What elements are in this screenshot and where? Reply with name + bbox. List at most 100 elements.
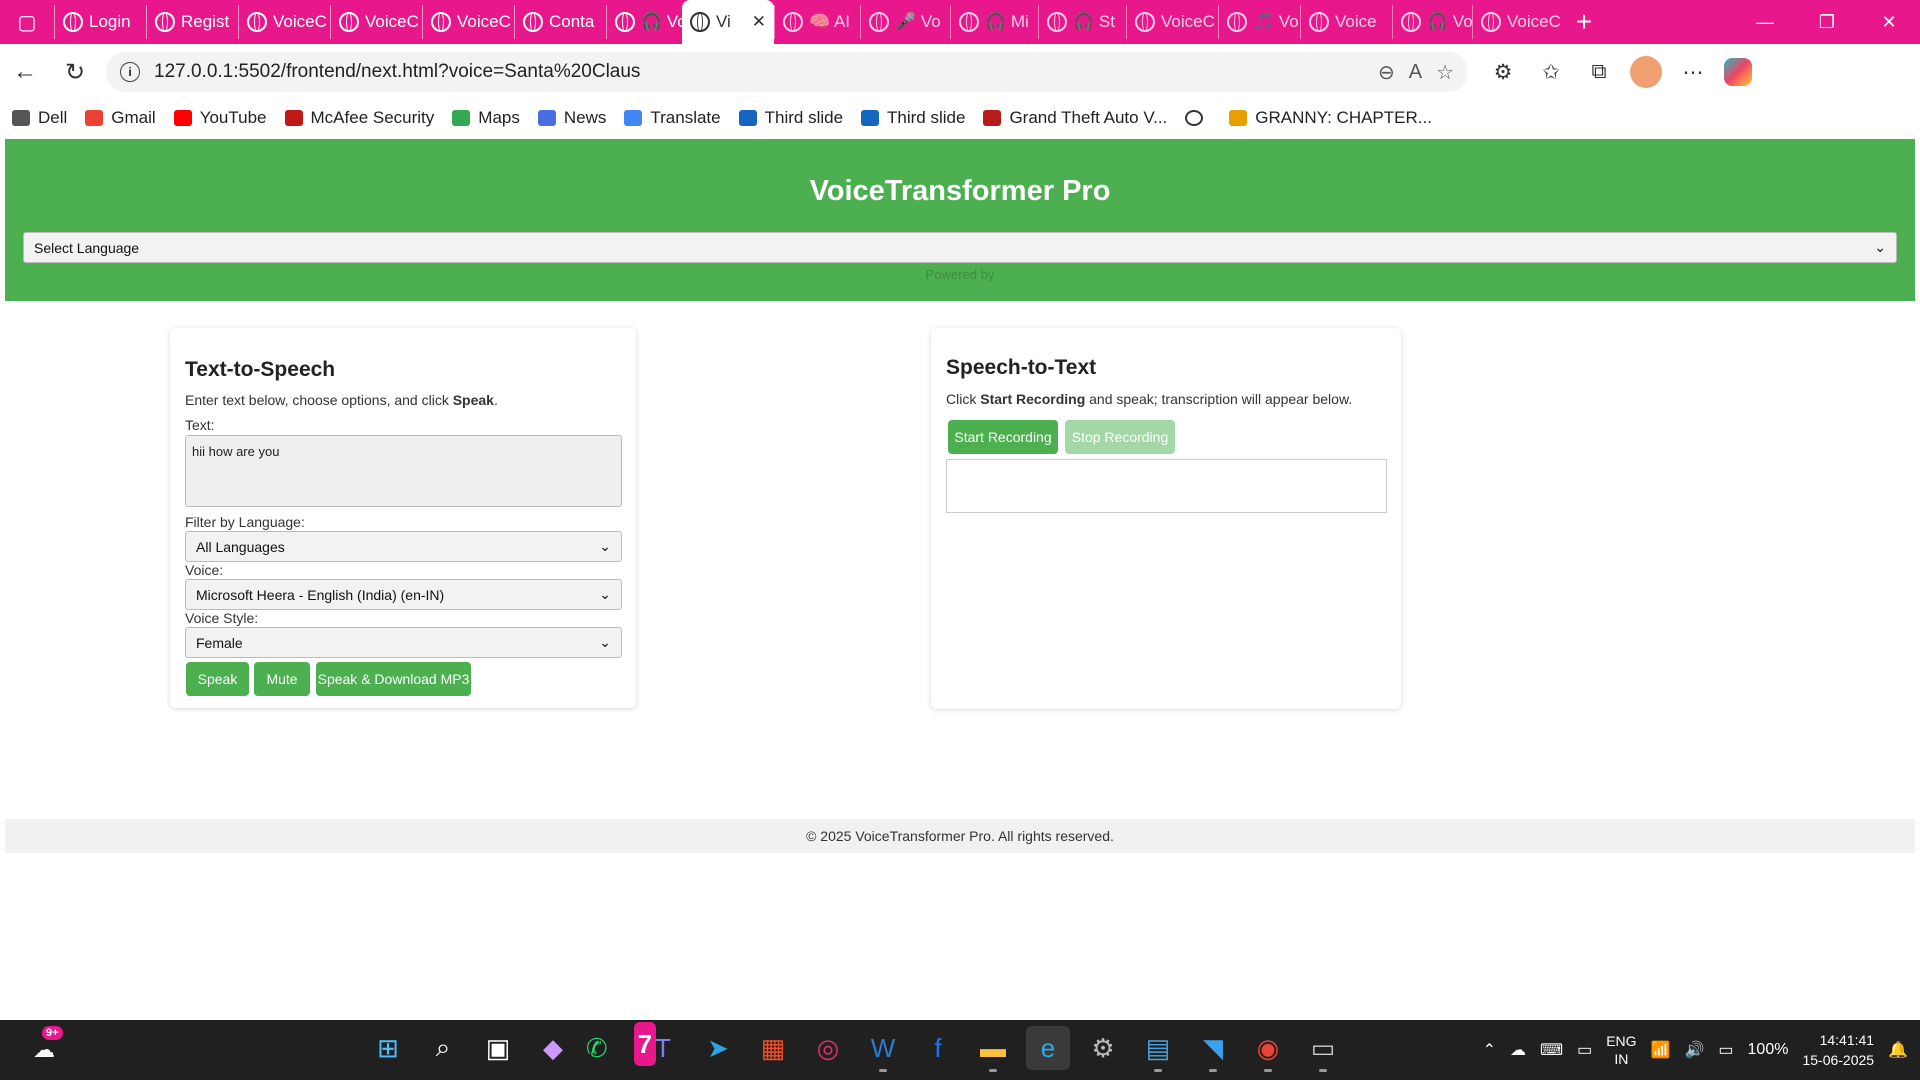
show-hidden-icons-icon[interactable]: ⌃ bbox=[1483, 1040, 1496, 1060]
tab[interactable]: VoiceC bbox=[330, 5, 422, 39]
tab[interactable]: VoiceC bbox=[238, 5, 330, 39]
extensions-icon[interactable]: ⚙ bbox=[1486, 55, 1520, 89]
mute-button[interactable]: Mute bbox=[254, 662, 310, 696]
bookmark-item[interactable]: Grand Theft Auto V... bbox=[983, 108, 1167, 128]
start-recording-button[interactable]: Start Recording bbox=[948, 420, 1058, 454]
speak-download-button[interactable]: Speak & Download MP3 bbox=[316, 662, 471, 696]
stt-card: Speech-to-Text Click Start Recording and… bbox=[931, 328, 1401, 709]
word-icon[interactable]: W bbox=[861, 1026, 905, 1072]
new-tab-button[interactable]: + bbox=[1564, 0, 1604, 44]
tab[interactable]: Login bbox=[54, 5, 146, 39]
speak-button[interactable]: Speak bbox=[186, 662, 249, 696]
voice-style-select[interactable]: Female ⌄ bbox=[185, 627, 622, 658]
teams-icon[interactable]: T bbox=[641, 1026, 685, 1070]
tab[interactable]: VoiceC bbox=[422, 5, 514, 39]
battery-icon[interactable]: ▭ bbox=[1718, 1040, 1733, 1060]
restore-icon[interactable]: ❐ bbox=[1796, 0, 1858, 44]
tab[interactable]: 🎧 Mi bbox=[950, 5, 1038, 39]
volume-icon[interactable]: 🔊 bbox=[1684, 1040, 1704, 1060]
collections-icon[interactable]: ⧉ bbox=[1582, 55, 1616, 89]
bookmark-label: YouTube bbox=[199, 108, 267, 127]
address-url[interactable]: 127.0.0.1:5502/frontend/next.html?voice=… bbox=[154, 61, 1364, 83]
instagram-icon[interactable]: ◎ bbox=[806, 1026, 850, 1070]
refresh-icon[interactable]: ↻ bbox=[50, 47, 100, 97]
bookmark-item[interactable]: YouTube bbox=[173, 108, 267, 128]
bookmark-icon bbox=[85, 110, 104, 126]
globe-icon bbox=[339, 12, 359, 32]
widgets-icon[interactable]: ☁ 9+ bbox=[24, 1026, 64, 1070]
tab[interactable]: 🎵 Vo bbox=[1218, 5, 1300, 39]
address-bar[interactable]: i 127.0.0.1:5502/frontend/next.html?voic… bbox=[106, 52, 1468, 92]
chrome-icon[interactable]: ◉ bbox=[1246, 1026, 1290, 1072]
whatsapp-icon[interactable]: ✆ 7 bbox=[586, 1022, 657, 1070]
bookmark-item[interactable]: Dell bbox=[12, 108, 67, 128]
voice-select[interactable]: Microsoft Heera - English (India) (en-IN… bbox=[185, 579, 622, 610]
bookmark-item[interactable]: Gmail bbox=[85, 108, 156, 128]
bookmark-item[interactable]: Third slide bbox=[861, 108, 965, 128]
start-icon[interactable]: ⊞ bbox=[366, 1026, 410, 1070]
bookmark-item[interactable]: Translate bbox=[624, 108, 721, 128]
bookmark-item[interactable] bbox=[1185, 110, 1211, 126]
close-window-icon[interactable]: ✕ bbox=[1858, 0, 1920, 44]
task-view-icon[interactable]: ▣ bbox=[476, 1026, 520, 1070]
copilot-app-icon[interactable]: ◆ bbox=[531, 1026, 575, 1070]
tab-active[interactable]: Vi ✕ bbox=[682, 0, 774, 44]
stop-recording-button[interactable]: Stop Recording bbox=[1065, 420, 1175, 454]
more-menu-icon[interactable]: ⋯ bbox=[1676, 55, 1710, 89]
pen-icon[interactable]: ▭ bbox=[1577, 1040, 1592, 1060]
terminal-icon[interactable]: ▭ bbox=[1301, 1026, 1345, 1072]
input-language[interactable]: ENG IN bbox=[1606, 1032, 1636, 1068]
globe-icon bbox=[615, 12, 635, 32]
bookmark-item[interactable]: Maps bbox=[452, 108, 520, 128]
bookmark-item[interactable]: Third slide bbox=[738, 108, 843, 128]
file-explorer-icon[interactable]: ▬ bbox=[971, 1026, 1015, 1072]
favorites-icon[interactable]: ✩ bbox=[1534, 55, 1568, 89]
search-icon[interactable]: ⌕ bbox=[421, 1026, 465, 1070]
bookmark-item[interactable]: News bbox=[537, 108, 606, 128]
onedrive-icon[interactable]: ☁ bbox=[1510, 1040, 1526, 1060]
site-info-icon[interactable]: i bbox=[120, 62, 140, 82]
edge-icon[interactable]: e bbox=[1026, 1026, 1070, 1070]
tab[interactable]: Regist bbox=[146, 5, 238, 39]
tab[interactable]: Conta bbox=[514, 5, 606, 39]
facebook-icon[interactable]: f bbox=[916, 1026, 960, 1070]
back-icon[interactable]: ← bbox=[0, 47, 50, 97]
tab[interactable]: 🧠 AI bbox=[774, 5, 860, 39]
telegram-icon[interactable]: ➤ bbox=[696, 1026, 740, 1070]
tts-text-input[interactable]: hii how are you bbox=[185, 435, 622, 507]
tab[interactable]: 🎧 Vo bbox=[606, 5, 682, 39]
tab[interactable]: VoiceC bbox=[1472, 5, 1564, 39]
settings-icon[interactable]: ⚙ bbox=[1081, 1026, 1125, 1070]
page-footer: © 2025 VoiceTransformer Pro. All rights … bbox=[5, 819, 1915, 853]
read-aloud-icon[interactable]: A bbox=[1409, 61, 1422, 84]
tab[interactable]: 🎤 Vo bbox=[860, 5, 950, 39]
wifi-icon[interactable]: 📶 bbox=[1651, 1040, 1671, 1060]
browser-tools: ⚙ ✩ ⧉ ⋯ bbox=[1486, 55, 1752, 89]
tab[interactable]: Voice bbox=[1300, 5, 1392, 39]
notifications-icon[interactable]: 🔔 bbox=[1888, 1040, 1908, 1060]
clock[interactable]: 14:41:41 15-06-2025 bbox=[1802, 1030, 1874, 1070]
tab-label: VoiceC bbox=[457, 12, 511, 31]
bookmark-item[interactable]: McAfee Security bbox=[284, 108, 434, 128]
filter-language-select[interactable]: All Languages ⌄ bbox=[185, 531, 622, 562]
keyboard-icon[interactable]: ⌨ bbox=[1540, 1040, 1563, 1060]
tab[interactable]: 🎧 Vo bbox=[1392, 5, 1472, 39]
tab-actions-icon[interactable]: ▢ bbox=[0, 0, 54, 44]
tab-label: VoiceC bbox=[1507, 12, 1561, 31]
tab[interactable]: 🎧 St bbox=[1038, 5, 1126, 39]
minimize-icon[interactable]: — bbox=[1734, 0, 1796, 44]
zoom-icon[interactable]: ⊖ bbox=[1378, 60, 1395, 85]
copilot-icon[interactable] bbox=[1724, 58, 1752, 86]
notepad-icon[interactable]: ▤ bbox=[1136, 1026, 1180, 1072]
profile-avatar[interactable] bbox=[1630, 56, 1662, 88]
language-select[interactable]: Select Language ⌄ bbox=[23, 232, 1897, 263]
tab[interactable]: VoiceC bbox=[1126, 5, 1218, 39]
bookmark-item[interactable]: GRANNY: CHAPTER... bbox=[1229, 108, 1432, 128]
close-tab-icon[interactable]: ✕ bbox=[752, 12, 766, 32]
vscode-icon[interactable]: ◥ bbox=[1191, 1026, 1235, 1072]
tab-label: 🎧 Mi bbox=[985, 12, 1029, 31]
notification-badge: 9+ bbox=[42, 1026, 63, 1040]
store-icon[interactable]: ▦ bbox=[751, 1026, 795, 1070]
web-page: VoiceTransformer Pro Select Language ⌄ P… bbox=[5, 139, 1915, 1016]
favorite-star-icon[interactable]: ☆ bbox=[1436, 60, 1454, 85]
